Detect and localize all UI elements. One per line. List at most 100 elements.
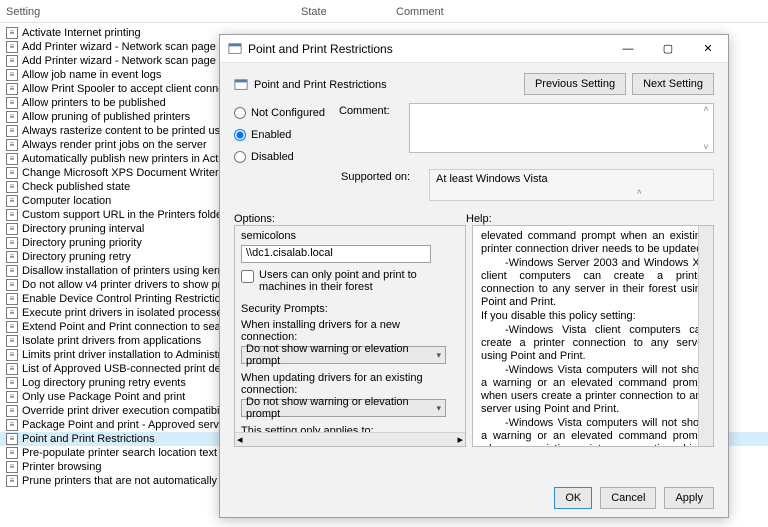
help-line: -Windows Vista computers will not show a… <box>481 364 707 416</box>
setting-label: Enable Device Control Printing Restricti… <box>22 292 232 306</box>
policy-item-icon: ≡ <box>6 419 18 431</box>
policy-item-icon: ≡ <box>6 461 18 473</box>
policy-item-icon: ≡ <box>6 181 18 193</box>
update-drivers-label: When updating drivers for an existing co… <box>241 372 459 396</box>
policy-item-icon: ≡ <box>6 55 18 67</box>
forest-checkbox-input[interactable] <box>241 270 254 283</box>
help-line: -Windows Vista computers will not show a… <box>481 417 707 447</box>
ok-button[interactable]: OK <box>554 487 592 509</box>
help-line: elevated command prompt when an existing… <box>481 230 707 256</box>
cancel-button[interactable]: Cancel <box>600 487 656 509</box>
setting-label: Allow job name in event logs <box>22 68 161 82</box>
policy-item-icon: ≡ <box>6 307 18 319</box>
setting-label: Directory pruning retry <box>22 250 131 264</box>
radio-disabled-input[interactable] <box>234 151 246 163</box>
policy-item-icon: ≡ <box>6 27 18 39</box>
policy-item-icon: ≡ <box>6 97 18 109</box>
radio-not-configured-input[interactable] <box>234 107 246 119</box>
policy-item-icon: ≡ <box>6 405 18 417</box>
setting-label: Always render print jobs on the server <box>22 138 207 152</box>
policy-item-icon: ≡ <box>6 111 18 123</box>
options-pane: semicolons \\dc1.cisalab.local Users can… <box>234 225 466 447</box>
policy-item-icon: ≡ <box>6 153 18 165</box>
setting-label: Log directory pruning retry events <box>22 376 186 390</box>
window-close[interactable]: ✕ <box>688 36 728 62</box>
policy-icon <box>228 42 242 56</box>
dialog-title: Point and Print Restrictions <box>248 42 608 56</box>
scroll-up-icon[interactable]: ˄ <box>572 187 708 197</box>
setting-label: Package Point and print - Approved serve… <box>22 418 234 432</box>
setting-label: Only use Package Point and print <box>22 390 185 404</box>
policy-item-icon: ≡ <box>6 265 18 277</box>
col-state[interactable]: State <box>301 6 396 18</box>
previous-setting-button[interactable]: Previous Setting <box>524 73 626 95</box>
help-pane[interactable]: elevated command prompt when an existing… <box>472 225 714 447</box>
next-setting-button[interactable]: Next Setting <box>632 73 714 95</box>
policy-item-icon: ≡ <box>6 433 18 445</box>
policy-item-icon: ≡ <box>6 363 18 375</box>
policy-item-icon: ≡ <box>6 83 18 95</box>
policy-item-icon: ≡ <box>6 279 18 291</box>
setting-label: Pre-populate printer search location tex… <box>22 446 217 460</box>
help-line: -Windows Server 2003 and Windows XP clie… <box>481 257 707 309</box>
policy-item-icon: ≡ <box>6 139 18 151</box>
setting-label: Allow printers to be published <box>22 96 166 110</box>
policy-item-icon: ≡ <box>6 223 18 235</box>
policy-item-icon: ≡ <box>6 391 18 403</box>
policy-item-icon: ≡ <box>6 209 18 221</box>
titlebar[interactable]: Point and Print Restrictions — ▢ ✕ <box>220 35 728 63</box>
options-label: Options: <box>234 213 466 225</box>
policy-icon <box>234 78 248 92</box>
col-setting[interactable]: Setting <box>6 6 301 18</box>
scroll-up-icon[interactable]: ˄ <box>699 104 713 114</box>
grid-header: Setting State Comment <box>0 0 768 23</box>
setting-label: Check published state <box>22 180 130 194</box>
help-label: Help: <box>466 213 698 225</box>
update-drivers-dropdown[interactable]: Do not show warning or elevation prompt … <box>241 399 446 417</box>
setting-label: Directory pruning priority <box>22 236 142 250</box>
policy-item-icon: ≡ <box>6 167 18 179</box>
scroll-down-icon[interactable]: ˅ <box>699 142 713 152</box>
radio-enabled[interactable]: Enabled <box>234 129 325 141</box>
policy-dialog: Point and Print Restrictions — ▢ ✕ Point… <box>219 34 729 518</box>
options-topword: semicolons <box>241 230 459 242</box>
forest-checkbox[interactable]: Users can only point and print to machin… <box>241 269 459 293</box>
help-line: If you disable this policy setting: <box>481 310 707 323</box>
window-minimize[interactable]: — <box>608 36 648 62</box>
policy-item-icon: ≡ <box>6 475 18 487</box>
policy-item-icon: ≡ <box>6 237 18 249</box>
policy-item-icon: ≡ <box>6 251 18 263</box>
chevron-down-icon: ▾ <box>436 403 441 414</box>
setting-label: List of Approved USB-connected print dev… <box>22 362 246 376</box>
install-drivers-dropdown[interactable]: Do not show warning or elevation prompt … <box>241 346 446 364</box>
comment-label: Comment: <box>339 103 395 163</box>
policy-item-icon: ≡ <box>6 41 18 53</box>
apply-button[interactable]: Apply <box>664 487 714 509</box>
policy-item-icon: ≡ <box>6 293 18 305</box>
supported-label: Supported on: <box>341 169 415 201</box>
setting-label: Allow pruning of published printers <box>22 110 190 124</box>
policy-item-icon: ≡ <box>6 321 18 333</box>
window-maximize[interactable]: ▢ <box>648 36 688 62</box>
setting-label: Directory pruning interval <box>22 222 144 236</box>
setting-label: Isolate print drivers from applications <box>22 334 201 348</box>
dialog-subtitle: Point and Print Restrictions <box>254 79 387 91</box>
radio-not-configured[interactable]: Not Configured <box>234 107 325 119</box>
policy-item-icon: ≡ <box>6 69 18 81</box>
install-drivers-label: When installing drivers for a new connec… <box>241 319 459 343</box>
policy-item-icon: ≡ <box>6 447 18 459</box>
radio-enabled-input[interactable] <box>234 129 246 141</box>
setting-label: Limits print driver installation to Admi… <box>22 348 246 362</box>
policy-item-icon: ≡ <box>6 377 18 389</box>
fqdn-input[interactable]: \\dc1.cisalab.local <box>241 245 431 263</box>
setting-label: Printer browsing <box>22 460 101 474</box>
comment-box[interactable]: ˄ ˅ <box>409 103 714 153</box>
radio-disabled[interactable]: Disabled <box>234 151 325 163</box>
col-comment[interactable]: Comment <box>396 6 491 18</box>
chevron-down-icon: ▾ <box>436 350 441 361</box>
policy-item-icon: ≡ <box>6 195 18 207</box>
policy-item-icon: ≡ <box>6 335 18 347</box>
setting-label: Point and Print Restrictions <box>22 432 155 446</box>
setting-label: Activate Internet printing <box>22 26 141 40</box>
horizontal-scrollbar[interactable]: ◂▸ <box>235 432 465 446</box>
